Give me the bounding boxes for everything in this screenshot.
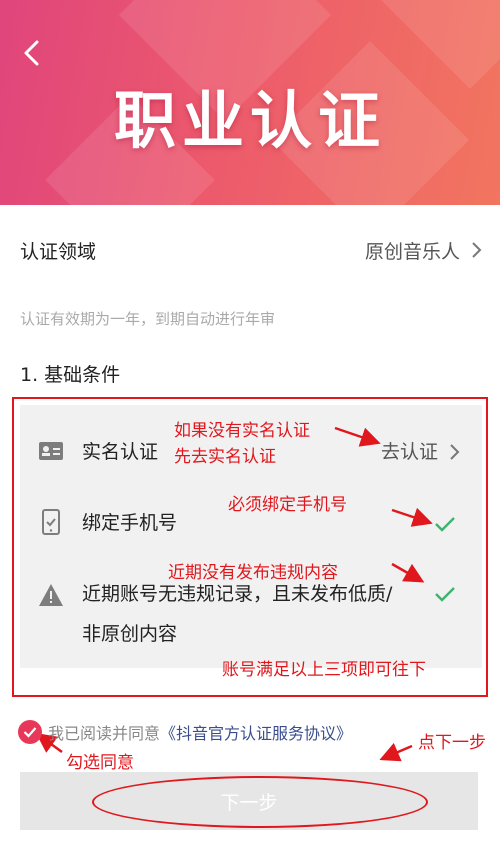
agreement-row: 我已阅读并同意 《抖音官方认证服务协议》	[18, 720, 352, 744]
agreement-link[interactable]: 《抖音官方认证服务协议》	[160, 720, 352, 744]
agreement-text: 我已阅读并同意	[48, 724, 161, 743]
annotation-ellipse	[92, 776, 428, 828]
check-icon	[23, 727, 37, 738]
agreement-checkbox[interactable]	[18, 720, 42, 744]
